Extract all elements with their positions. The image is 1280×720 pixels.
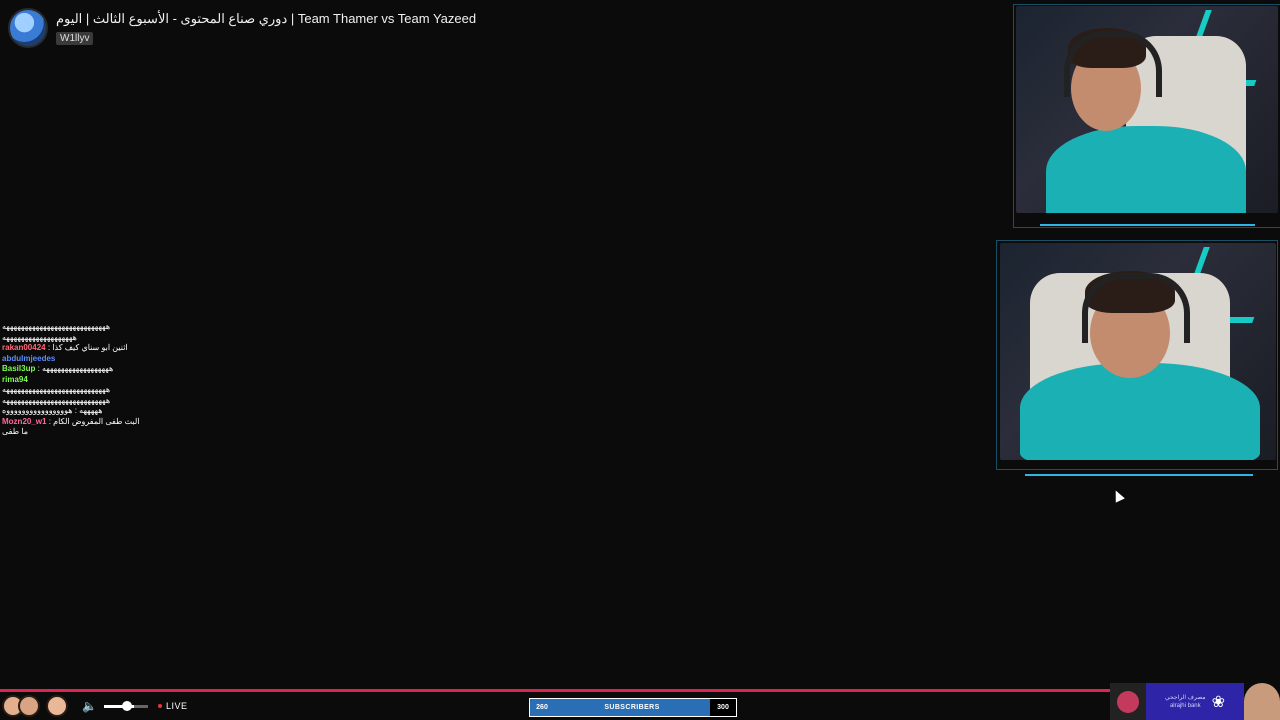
chat-text: هههههه : هووووووووووووووووه <box>2 406 103 415</box>
sponsor-banner: مصرف الراجحي alrajhi bank ❀ <box>1110 683 1280 720</box>
chat-username[interactable]: rakan00424 <box>2 343 46 352</box>
volume-slider-knob[interactable] <box>122 700 132 711</box>
subscriber-goal-bar: 260 SUBSCRIBERS 300 <box>529 698 737 717</box>
chat-overlay: ههههههههههههههههههههههههههههه ههههههههههه… <box>2 322 172 438</box>
subscriber-current: 260 <box>536 704 548 711</box>
chat-username[interactable]: Mozn20_w1 <box>2 417 46 426</box>
chat-username[interactable]: abdulmjeedes <box>2 354 55 363</box>
chat-text: ههههههههههههههههههه <box>42 364 114 373</box>
webcam-top-bar <box>1040 224 1255 226</box>
mascot-left <box>0 692 40 720</box>
chat-text: البث طفى المفروض الكام <box>53 416 140 426</box>
volume-slider[interactable] <box>104 700 134 711</box>
mouse-cursor-icon <box>1111 488 1125 503</box>
webcam-bottom-bar <box>1025 474 1253 476</box>
bank-sponsor: مصرف الراجحي alrajhi bank ❀ <box>1146 683 1244 720</box>
bank-logo-icon: ❀ <box>1211 693 1226 711</box>
chat-message: ههههههههههههههههههههههههههههه <box>2 322 172 333</box>
chat-message: ههههههههههههههههههههههههههههه <box>2 385 172 396</box>
chat-message: rima94 <box>2 375 172 386</box>
subscriber-label: SUBSCRIBERS <box>604 704 660 711</box>
chat-text: ههههههههههههههههههههههههههههه <box>2 322 111 331</box>
chat-text: ما طفى <box>2 427 29 436</box>
stream-title: دوري صناع المحتوى - الأسبوع الثالث | الي… <box>56 11 477 26</box>
bank-name-english: alrajhi bank <box>1169 702 1201 709</box>
chat-message: ههههههههههههههههههههههههههههه <box>2 396 172 407</box>
webcam-top-frame <box>1013 4 1280 228</box>
channel-avatar[interactable] <box>8 8 48 48</box>
webcam-bottom-frame <box>996 240 1278 470</box>
chat-message: Mozn20_w1 : البث طفى المفروض الكام <box>2 416 140 426</box>
chat-text: ههههههههههههههههههههههههههههه <box>2 385 111 394</box>
sponsor-logo <box>1110 683 1146 720</box>
live-indicator[interactable]: LIVE <box>166 701 188 711</box>
chat-text: ههههههههههههههههههههههههههههه <box>2 395 111 405</box>
player-controls: 🔈 LIVE <box>0 692 188 720</box>
channel-name[interactable]: W1llyv <box>56 32 94 45</box>
bank-name-arabic: مصرف الراجحي <box>1164 694 1206 701</box>
chat-message: Basil3up : ههههههههههههههههههه <box>2 364 114 373</box>
chat-message: ما طفى <box>2 427 172 438</box>
chat-message: abdulmjeedes <box>2 354 172 365</box>
chat-message: هههههه : هووووووووووووووووه <box>2 406 172 417</box>
volume-slider-track[interactable] <box>134 704 148 708</box>
chat-text: اثنين ابو سناي كيف كذا <box>52 343 128 352</box>
chat-message: rakan00424 : اثنين ابو سناي كيف كذا <box>2 343 128 352</box>
chat-text: هههههههههههههههههههه <box>2 332 77 342</box>
mascot-left-2 <box>40 692 74 720</box>
chat-username[interactable]: rima94 <box>2 375 28 384</box>
subscriber-goal: 300 <box>710 699 736 716</box>
volume-icon[interactable]: 🔈 <box>82 699 97 713</box>
stream-header: دوري صناع المحتوى - الأسبوع الثالث | الي… <box>8 8 476 52</box>
live-dot-icon <box>158 704 162 708</box>
chat-message: هههههههههههههههههههه <box>2 333 172 344</box>
mascot-right <box>1244 683 1280 720</box>
chat-username[interactable]: Basil3up <box>2 364 35 373</box>
